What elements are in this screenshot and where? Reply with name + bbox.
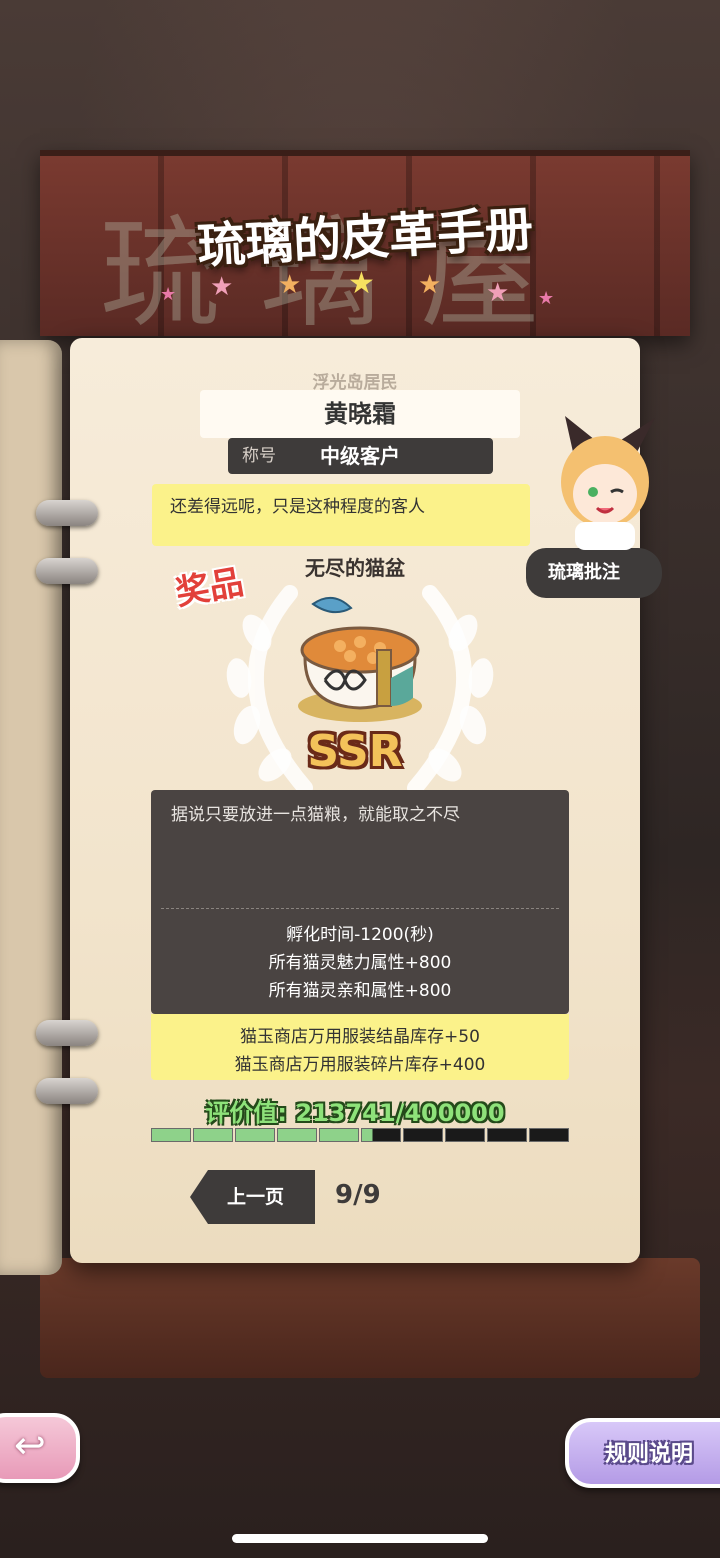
progress-segment — [151, 1128, 191, 1142]
customer-comment: 还差得远呢，只是这种程度的客人 — [152, 484, 530, 546]
binder-ring — [36, 1078, 98, 1104]
score-progress-bar — [151, 1128, 569, 1142]
star-icon: ★ — [210, 272, 234, 302]
star-icon: ★ — [278, 270, 302, 300]
reward-stat: 孵化时间-1200(秒) — [286, 925, 434, 945]
reward-bonus: 猫玉商店万用服装碎片库存+400 — [234, 1055, 486, 1075]
progress-segment — [319, 1128, 359, 1142]
progress-segment — [193, 1128, 233, 1142]
progress-segment — [529, 1128, 569, 1142]
book-back-page — [0, 340, 62, 1275]
star-icon: ★ — [486, 278, 510, 308]
back-button[interactable]: ↩ — [0, 1413, 80, 1483]
reward-bonus: 猫玉商店万用服装结晶库存+50 — [240, 1027, 480, 1047]
star-icon: ★ — [160, 284, 177, 305]
customer-name: 黄晓霜 — [200, 390, 520, 438]
progress-segment — [235, 1128, 275, 1142]
reward-stat: 所有猫灵魅力属性+800 — [268, 953, 452, 973]
progress-segment — [445, 1128, 485, 1142]
rules-button[interactable]: 规则说明 — [565, 1418, 720, 1488]
reward-description-panel: 据说只要放进一点猫粮，就能取之不尽 孵化时间-1200(秒) 所有猫灵魅力属性+… — [151, 790, 569, 1014]
star-icon: ★ — [348, 266, 375, 301]
title-key: 称号 — [242, 446, 276, 466]
progress-segment — [403, 1128, 443, 1142]
description-divider — [161, 908, 559, 909]
progress-segment — [277, 1128, 317, 1142]
home-indicator[interactable] — [232, 1534, 488, 1543]
title-stars: ★ ★ ★ ★ ★ ★ ★ — [160, 266, 570, 312]
reward-bonus-panel: 猫玉商店万用服装结晶库存+50 猫玉商店万用服装碎片库存+400 — [151, 1014, 569, 1080]
return-arrow-icon: ↩ — [14, 1423, 46, 1467]
progress-segment — [361, 1128, 401, 1142]
title-value: 中级客户 — [320, 444, 400, 468]
star-icon: ★ — [538, 288, 555, 309]
comment-text: 还差得远呢，只是这种程度的客人 — [170, 497, 425, 517]
reward-description: 据说只要放进一点猫粮，就能取之不尽 — [171, 805, 460, 825]
cat-bowl-icon — [298, 597, 422, 722]
rarity-badge: SSR — [307, 726, 403, 777]
page-indicator: 9/9 — [335, 1180, 381, 1210]
binder-ring — [36, 500, 98, 526]
rules-label: 规则说明 — [605, 1442, 694, 1467]
prev-page-button[interactable]: 上一页 — [190, 1170, 315, 1224]
score-text: 评价值: 213741/400000 — [205, 1099, 505, 1127]
customer-title-bar: 称号 中级客户 — [228, 438, 493, 474]
binder-ring — [36, 558, 98, 584]
progress-segment — [487, 1128, 527, 1142]
star-icon: ★ — [418, 270, 442, 300]
annotation-tab[interactable]: 琉璃批注 — [526, 548, 662, 598]
binder-ring — [36, 1020, 98, 1046]
counter-base — [40, 1258, 700, 1378]
reward-stat: 所有猫灵亲和属性+800 — [268, 981, 452, 1001]
cat-girl-avatar — [561, 416, 655, 550]
